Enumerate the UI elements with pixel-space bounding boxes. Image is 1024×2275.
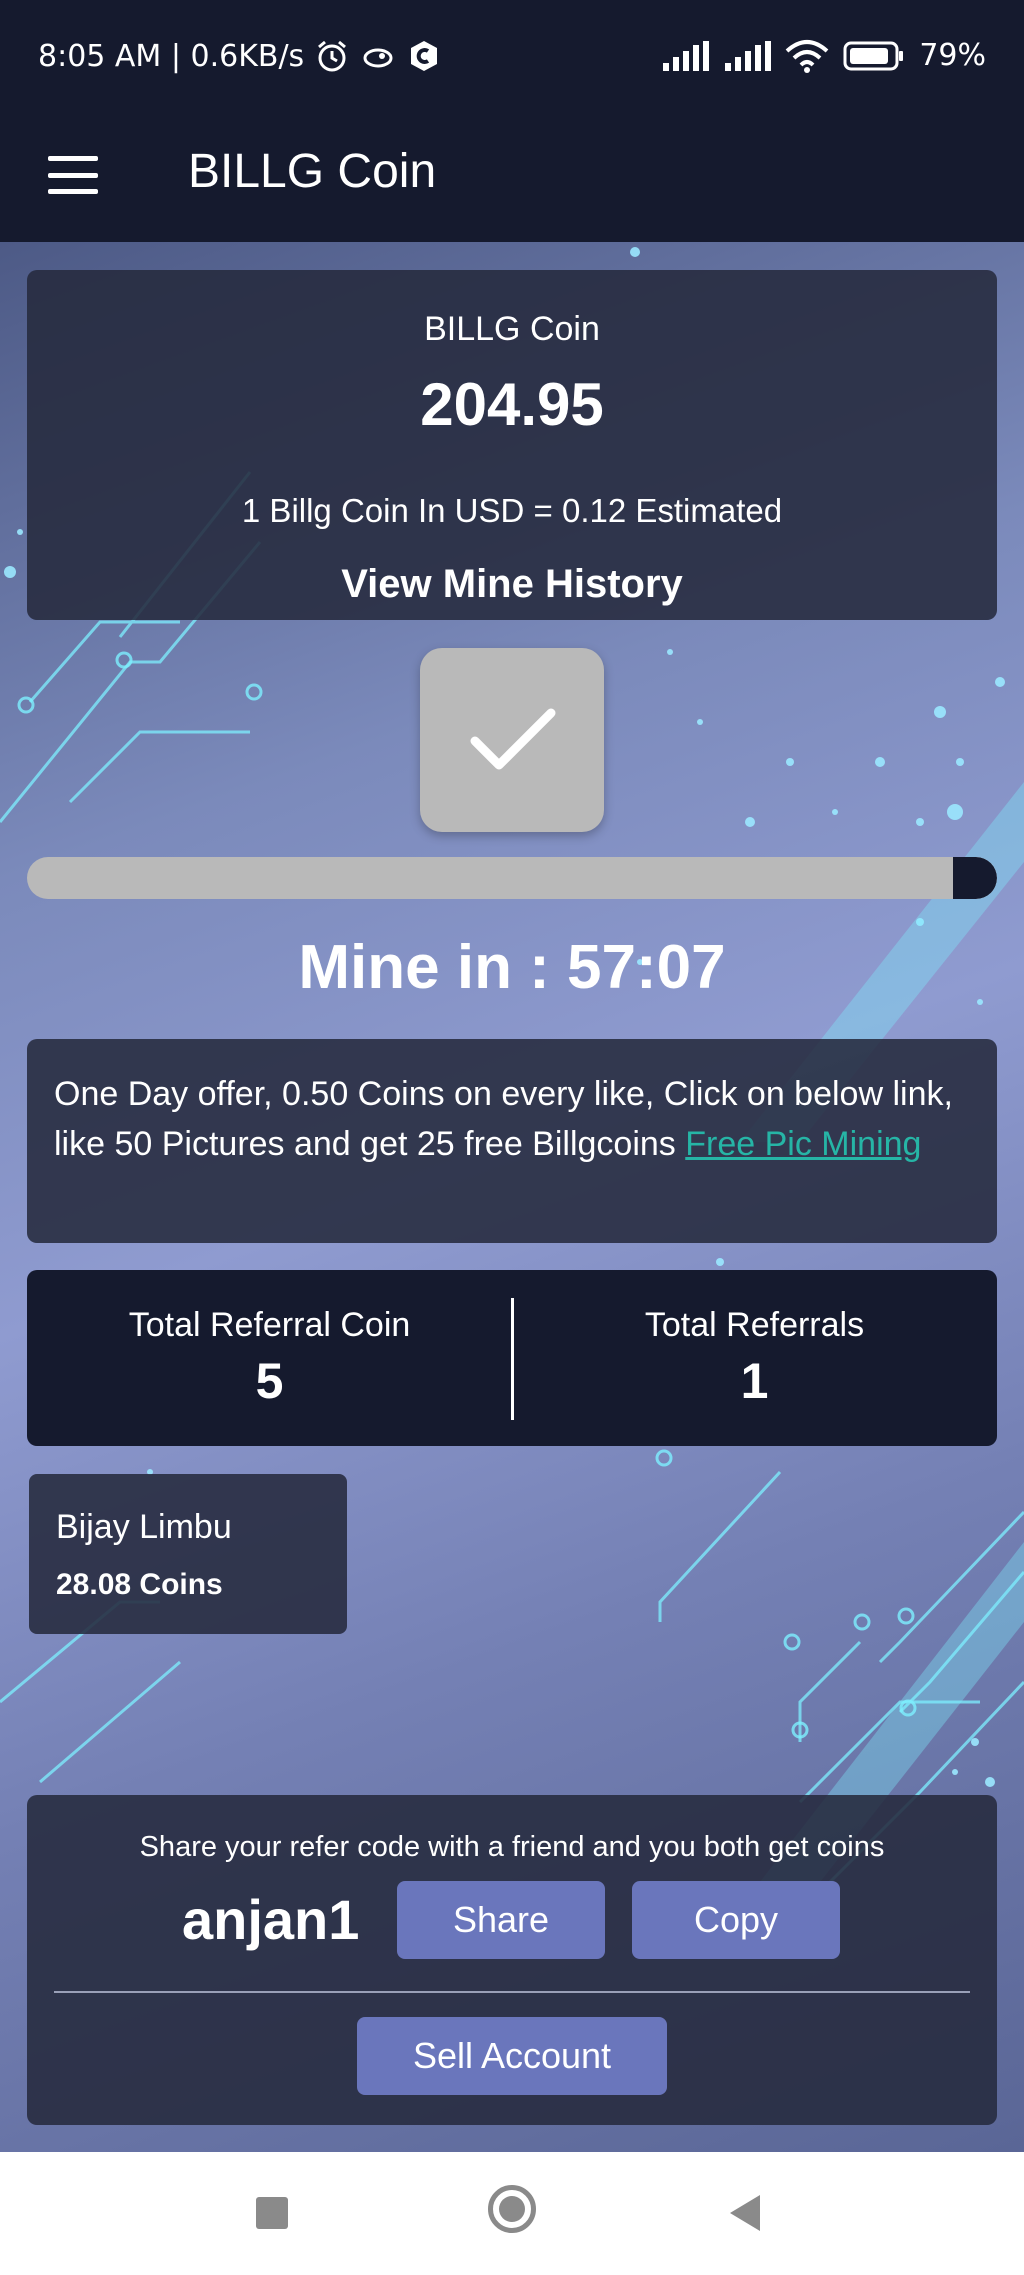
referral-stats-card: Total Referral Coin 5 Total Referrals 1 <box>27 1270 997 1446</box>
copy-button[interactable]: Copy <box>632 1881 840 1959</box>
share-description: Share your refer code with a friend and … <box>139 1831 885 1863</box>
total-referral-coin-label: Total Referral Coin <box>128 1306 411 1344</box>
share-card: Share your refer code with a friend and … <box>27 1795 997 2125</box>
offer-card: One Day offer, 0.50 Coins on every like,… <box>27 1039 997 1243</box>
referral-list-item: Bijay Limbu 28.08 Coins <box>29 1474 347 1634</box>
battery-level: 79% <box>919 38 986 73</box>
app-icon <box>411 41 438 71</box>
status-time-speed: 8:05 AM | 0.6KB/s <box>38 38 305 74</box>
mine-button[interactable] <box>420 648 604 832</box>
status-left: 8:05 AM | 0.6KB/s <box>38 38 442 74</box>
alarm-icon <box>318 40 347 72</box>
home-icon[interactable] <box>488 2185 536 2233</box>
status-right: 79% <box>661 38 986 73</box>
usd-rate-text: 1 Billg Coin In USD = 0.12 Estimated <box>241 492 783 529</box>
refer-code: anjan1 <box>182 1888 360 1951</box>
hamburger-icon[interactable] <box>48 150 98 200</box>
total-referrals: Total Referrals 1 <box>512 1270 997 1446</box>
mine-timer: Mine in : 57:07 <box>298 933 726 1002</box>
total-referral-coin-value: 5 <box>255 1353 284 1409</box>
share-button[interactable]: Share <box>397 1881 605 1959</box>
battery-icon <box>843 41 904 70</box>
total-referrals-value: 1 <box>740 1353 769 1409</box>
wifi-icon <box>785 39 829 73</box>
main-content[interactable]: BILLG Coin 204.95 1 Billg Coin In USD = … <box>0 242 1024 2152</box>
recents-icon[interactable] <box>256 2197 288 2229</box>
referral-name: Bijay Limbu <box>56 1508 232 1546</box>
referral-coins: 28.08 Coins <box>56 1568 223 1601</box>
share-divider <box>54 1991 970 1993</box>
mining-progress-fill <box>953 857 997 899</box>
status-bar: 8:05 AM | 0.6KB/s 79% <box>0 0 1024 122</box>
checkmark-icon <box>470 708 556 770</box>
sell-account-button[interactable]: Sell Account <box>357 2017 667 2095</box>
balance-card: BILLG Coin 204.95 1 Billg Coin In USD = … <box>27 270 997 620</box>
app-title: BILLG Coin <box>188 145 437 198</box>
app-bar: BILLG Coin <box>0 122 1024 242</box>
balance-value: 204.95 <box>420 371 604 438</box>
system-nav-bar <box>0 2152 1024 2275</box>
back-icon[interactable] <box>730 2195 760 2231</box>
mining-progress-bar <box>27 857 997 899</box>
notification-icon <box>363 48 393 68</box>
free-pic-mining-link[interactable]: Free Pic Mining <box>685 1125 921 1163</box>
balance-label: BILLG Coin <box>424 310 600 348</box>
view-mine-history-link[interactable]: View Mine History <box>27 562 997 607</box>
signal-icon <box>663 40 710 71</box>
total-referrals-label: Total Referrals <box>644 1306 865 1344</box>
total-referral-coin: Total Referral Coin 5 <box>27 1270 512 1446</box>
signal-icon <box>725 40 772 71</box>
